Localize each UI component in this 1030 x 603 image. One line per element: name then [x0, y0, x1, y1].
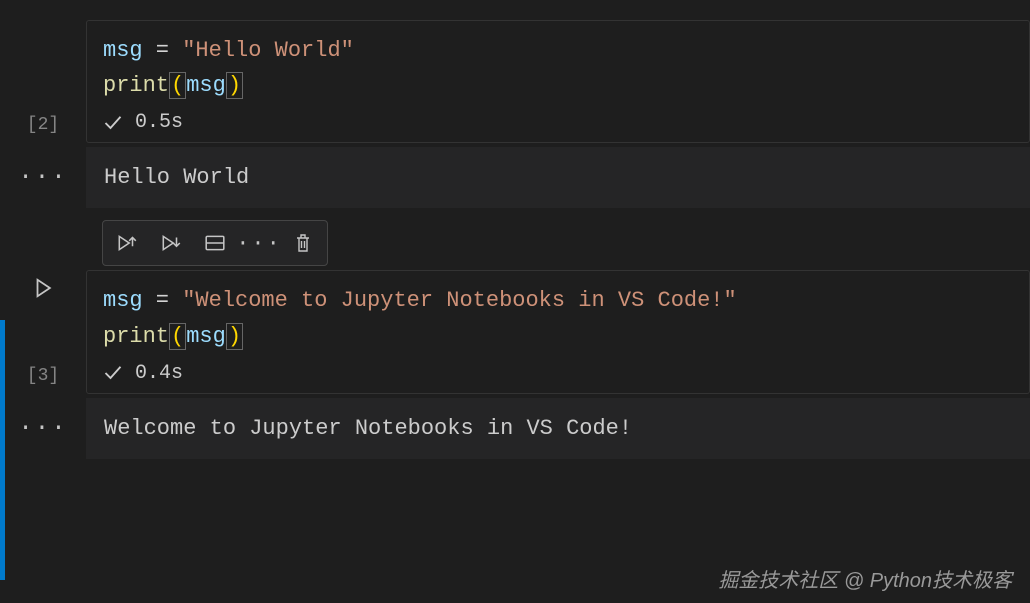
cell-toolbar: ··· [102, 220, 328, 266]
string-quote: " [182, 288, 195, 313]
cell-gutter: [2] [0, 20, 86, 143]
function-call: print [103, 73, 169, 98]
code-cell: [3] msg = "Welcome to Jupyter Notebooks … [0, 270, 1030, 393]
run-below-button[interactable] [153, 225, 189, 261]
code-editor[interactable]: msg = "Hello World" print(msg) 0.5s [86, 20, 1030, 143]
notebook: [2] msg = "Hello World" print(msg) 0.5s … [0, 0, 1030, 459]
code-cell: [2] msg = "Hello World" print(msg) 0.5s [0, 20, 1030, 143]
cell-gutter: [3] [0, 270, 86, 393]
cell-output-row: ··· Welcome to Jupyter Notebooks in VS C… [0, 398, 1030, 459]
variable: msg [103, 38, 143, 63]
watermark: 掘金技术社区 @ Python技术极客 [718, 564, 1012, 593]
string-literal: Welcome to Jupyter Notebooks in VS Code! [195, 288, 723, 313]
string-quote: " [182, 38, 195, 63]
output-actions[interactable]: ··· [0, 147, 86, 208]
execution-duration: 0.4s [135, 362, 183, 385]
execution-count: [2] [27, 115, 59, 135]
cell-toolbar-row: ··· [0, 220, 1030, 270]
function-call: print [103, 324, 169, 349]
argument: msg [186, 324, 226, 349]
code-line: msg = "Hello World" [103, 33, 1013, 68]
output-actions[interactable]: ··· [0, 398, 86, 459]
execution-status: 0.5s [103, 111, 1013, 134]
operator: = [143, 38, 183, 63]
check-icon [103, 363, 123, 383]
code-line: print(msg) [103, 68, 1013, 103]
string-quote: " [341, 38, 354, 63]
split-cell-button[interactable] [197, 225, 233, 261]
code-editor[interactable]: msg = "Welcome to Jupyter Notebooks in V… [86, 270, 1030, 393]
execution-status: 0.4s [103, 362, 1013, 385]
string-literal: Hello World [195, 38, 340, 63]
run-cell-button[interactable] [31, 276, 55, 300]
cell-output-row: ··· Hello World [0, 147, 1030, 208]
paren-open: ( [169, 72, 186, 99]
argument: msg [186, 73, 226, 98]
execution-count: [3] [27, 366, 59, 386]
code-line: msg = "Welcome to Jupyter Notebooks in V… [103, 283, 1013, 318]
execution-duration: 0.5s [135, 111, 183, 134]
cell-output: Welcome to Jupyter Notebooks in VS Code! [86, 398, 1030, 459]
run-above-button[interactable] [109, 225, 145, 261]
paren-close: ) [226, 323, 243, 350]
delete-cell-button[interactable] [285, 225, 321, 261]
paren-close: ) [226, 72, 243, 99]
operator: = [143, 288, 183, 313]
more-actions-button[interactable]: ··· [241, 225, 277, 261]
variable: msg [103, 288, 143, 313]
string-quote: " [724, 288, 737, 313]
check-icon [103, 113, 123, 133]
active-cell-indicator [0, 320, 5, 580]
paren-open: ( [169, 323, 186, 350]
cell-output: Hello World [86, 147, 1030, 208]
code-line: print(msg) [103, 319, 1013, 354]
